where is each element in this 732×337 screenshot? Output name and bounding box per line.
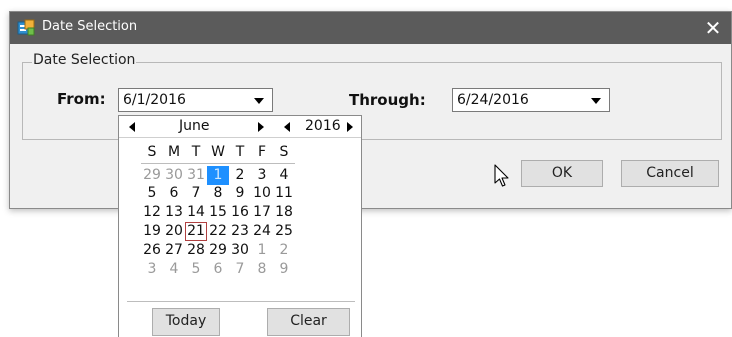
weekday-label: S [147,144,157,160]
triangle-right-icon[interactable] [347,122,353,132]
calendar-day[interactable]: 22 [207,222,229,241]
calendar-day[interactable]: 1 [251,241,273,260]
group-legend: Date Selection [32,52,137,68]
calendar-day[interactable]: 9 [273,260,295,279]
weekday-label: S [279,144,289,160]
weekday-label: F [257,144,267,160]
window-title: Date Selection [42,19,138,34]
calendar-day[interactable]: 3 [251,166,273,185]
chevron-down-icon[interactable] [591,98,601,104]
calendar-day[interactable]: 6 [207,260,229,279]
through-date-value: 6/24/2016 [457,92,529,108]
weekday-divider [141,163,295,164]
triangle-left-icon[interactable] [129,122,135,132]
calendar-day[interactable]: 16 [229,203,251,222]
calendar-day[interactable]: 4 [163,260,185,279]
calendar-day[interactable]: 24 [251,222,273,241]
ok-button[interactable]: OK [521,160,603,187]
triangle-left-icon[interactable] [284,122,290,132]
calendar-day[interactable]: 11 [273,184,295,203]
cancel-button[interactable]: Cancel [621,160,719,187]
calendar-day[interactable]: 9 [229,184,251,203]
calendar-day[interactable]: 23 [229,222,251,241]
calendar-day[interactable]: 12 [141,203,163,222]
calendar-day[interactable]: 15 [207,203,229,222]
calendar-day-selected[interactable]: 1 [207,166,229,185]
calendar-day[interactable]: 8 [251,260,273,279]
calendar-day[interactable]: 2 [273,241,295,260]
calendar-day[interactable]: 20 [163,222,185,241]
calendar-day[interactable]: 7 [185,184,207,203]
through-date-combo[interactable]: 6/24/2016 [452,88,610,112]
app-icon [17,19,35,36]
weekday-label: T [235,144,245,160]
weekday-label: M [167,144,181,160]
from-date-value: 6/1/2016 [123,92,186,108]
today-button[interactable]: Today [152,308,220,336]
clear-button[interactable]: Clear [267,308,350,336]
calendar-day[interactable]: 27 [163,241,185,260]
calendar-day[interactable]: 31 [185,166,207,185]
calendar-year[interactable]: 2016 [305,118,341,134]
calendar-day[interactable]: 8 [207,184,229,203]
calendar-day[interactable]: 14 [185,203,207,222]
calendar-day[interactable]: 6 [163,184,185,203]
calendar-day[interactable]: 13 [163,203,185,222]
calendar-day[interactable]: 4 [273,166,295,185]
calendar-month[interactable]: June [179,118,210,134]
calendar-day[interactable]: 5 [185,260,207,279]
calendar-day[interactable]: 3 [141,260,163,279]
calendar-day[interactable]: 25 [273,222,295,241]
close-icon[interactable]: ✕ [699,14,727,42]
from-date-combo[interactable]: 6/1/2016 [118,88,273,112]
calendar-day[interactable]: 29 [207,241,229,260]
calendar-day[interactable]: 30 [229,241,251,260]
calendar-header: June 2016 [119,116,361,138]
calendar-day[interactable]: 26 [141,241,163,260]
calendar-day[interactable]: 18 [273,203,295,222]
calendar-day[interactable]: 17 [251,203,273,222]
calendar-footer-divider [127,301,355,302]
calendar-day[interactable]: 28 [185,241,207,260]
through-label: Through: [349,91,426,109]
weekday-label: W [211,144,225,160]
calendar-day[interactable]: 5 [141,184,163,203]
from-label: From: [57,90,106,108]
calendar-day-today[interactable]: 21 [185,222,207,241]
triangle-right-icon[interactable] [258,122,264,132]
chevron-down-icon[interactable] [254,98,264,104]
calendar-day[interactable]: 10 [251,184,273,203]
calendar-day[interactable]: 30 [163,166,185,185]
title-bar: Date Selection ✕ [10,12,731,44]
calendar-day[interactable]: 29 [141,166,163,185]
calendar-day[interactable]: 2 [229,166,251,185]
calendar-day[interactable]: 7 [229,260,251,279]
calendar-popup: June 2016 S M T W T F S 29 30 31 1 2 3 4 5 6 7 8 9 1… [118,115,362,337]
calendar-day[interactable]: 19 [141,222,163,241]
mouse-pointer-icon [494,164,509,187]
weekday-label: T [191,144,201,160]
